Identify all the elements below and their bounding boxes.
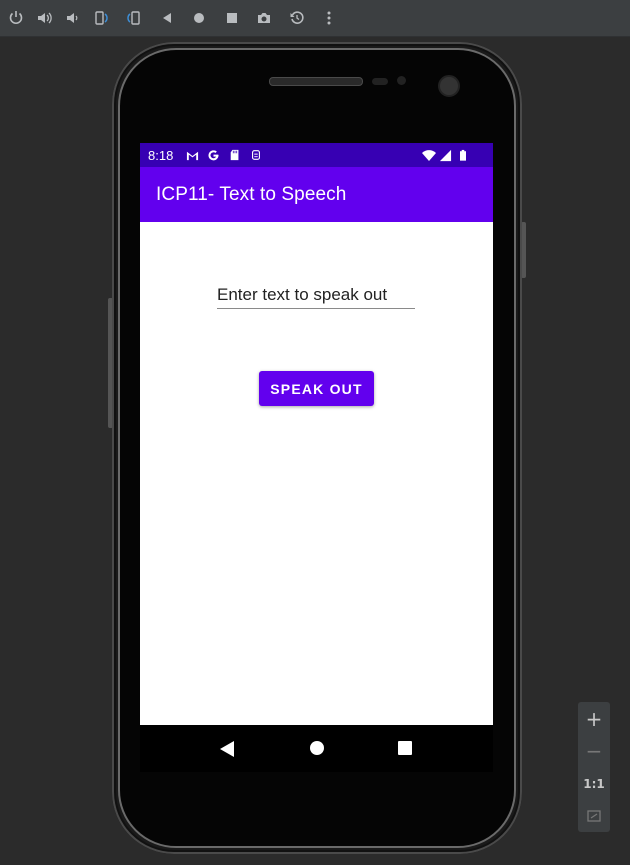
signal-icon <box>438 148 452 162</box>
front-camera <box>438 75 460 97</box>
power-icon[interactable] <box>7 9 25 27</box>
rotate-left-icon[interactable] <box>92 9 110 27</box>
volume-up-icon[interactable] <box>35 9 53 27</box>
main-content: SPEAK OUT <box>140 222 493 725</box>
more-icon[interactable] <box>320 9 338 27</box>
nav-back-icon[interactable] <box>220 741 234 757</box>
navigation-bar <box>140 725 493 772</box>
gmail-icon <box>185 148 199 162</box>
notification-icon <box>249 148 263 162</box>
home-icon[interactable] <box>190 9 208 27</box>
speech-text-input[interactable] <box>217 282 415 309</box>
zoom-out-button[interactable]: − <box>578 736 610 766</box>
emulator-toolbar <box>0 0 630 37</box>
rotate-right-icon[interactable] <box>125 9 143 27</box>
battery-icon <box>456 148 470 162</box>
overview-icon[interactable] <box>223 9 241 27</box>
wifi-icon <box>422 148 436 162</box>
status-bar: 8:18 <box>140 143 493 167</box>
sd-card-icon <box>228 148 242 162</box>
status-time: 8:18 <box>148 148 174 163</box>
back-icon[interactable] <box>158 9 176 27</box>
earpiece-speaker <box>269 77 363 86</box>
app-title: ICP11- Text to Speech <box>156 184 347 205</box>
snapshot-icon[interactable] <box>288 9 306 27</box>
zoom-panel: + − 1:1 <box>578 702 610 832</box>
volume-down-icon[interactable] <box>63 9 81 27</box>
proximity-sensor <box>372 78 388 85</box>
app-bar: ICP11- Text to Speech <box>140 167 493 222</box>
light-sensor <box>397 76 406 85</box>
fit-screen-icon[interactable] <box>578 801 610 831</box>
speak-out-button[interactable]: SPEAK OUT <box>259 371 374 406</box>
nav-home-icon[interactable] <box>310 741 324 755</box>
actual-size-button[interactable]: 1:1 <box>578 769 610 799</box>
zoom-in-button[interactable]: + <box>578 704 610 734</box>
device-screen: 8:18 ICP11- Text to Speech SPEAK OUT <box>140 143 493 772</box>
google-icon <box>206 148 220 162</box>
nav-recents-icon[interactable] <box>398 741 412 755</box>
screenshot-icon[interactable] <box>255 9 273 27</box>
